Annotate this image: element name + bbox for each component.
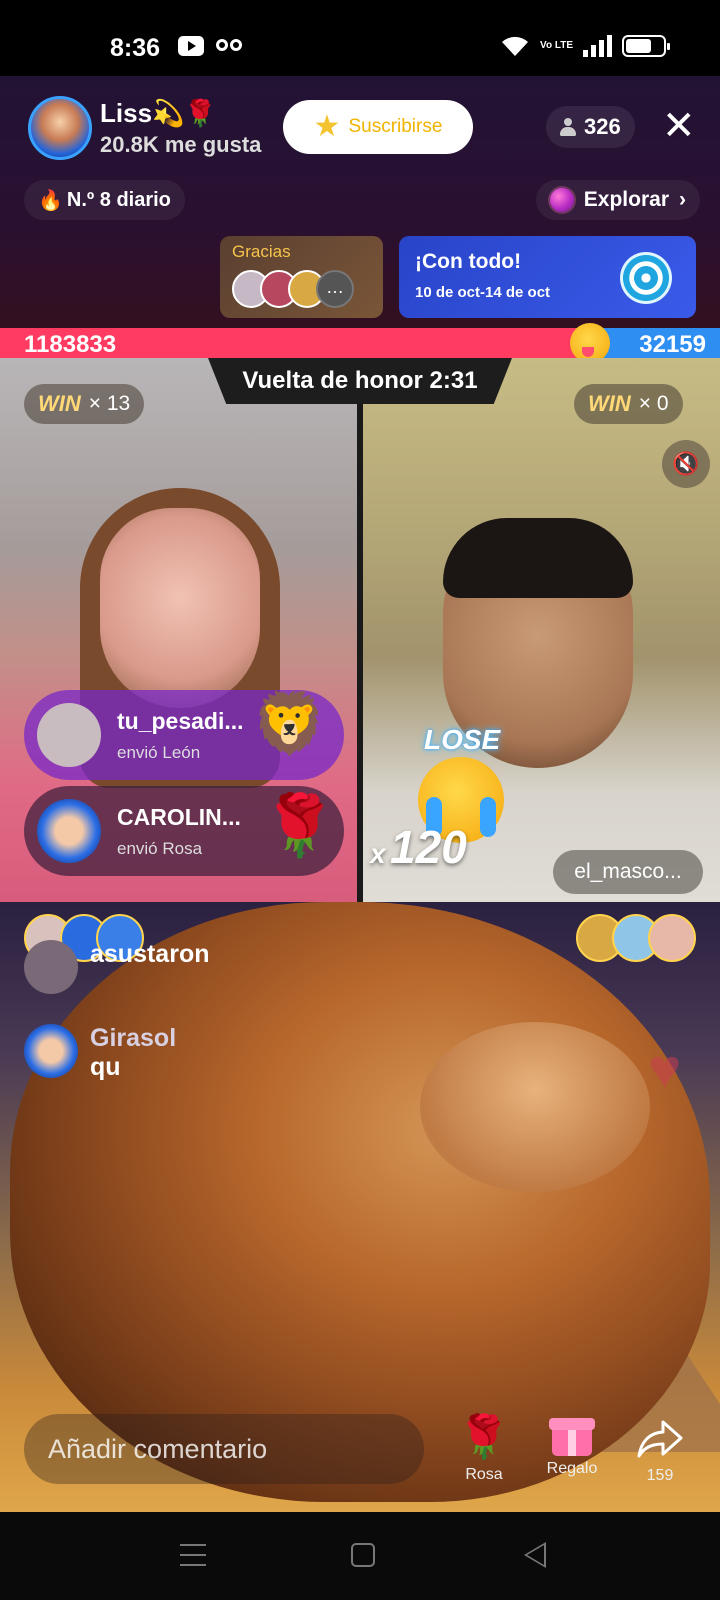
signal-icon [583, 35, 612, 57]
status-time: 8:36 [110, 34, 161, 62]
gift-sender: CAROLIN... [117, 803, 241, 830]
subscribe-button[interactable]: ★ Suscribirse [283, 100, 473, 154]
lose-label: LOSE [424, 724, 501, 755]
thanks-card[interactable]: Gracias … [220, 236, 383, 318]
recents-icon[interactable] [180, 1544, 206, 1566]
opponent-hair [443, 518, 633, 598]
person-icon [560, 118, 576, 136]
comment-text: asustaron [90, 940, 210, 968]
right-win-count: × 0 [638, 392, 669, 415]
combo-count: 120 [390, 821, 467, 873]
daily-rank-label: N.º 8 diario [66, 188, 171, 211]
avatar [24, 940, 78, 994]
viewer-count-value: 326 [584, 114, 621, 139]
avatar [37, 703, 101, 767]
promo-card[interactable]: ¡Con todo! 10 de oct-14 de oct [399, 236, 696, 318]
chevron-right-icon: › [679, 188, 686, 211]
status-notification-icons [178, 36, 242, 56]
heart-icon[interactable]: ♥ [648, 1041, 700, 1097]
rose-gift-icon: 🌹 [262, 792, 337, 859]
chat-comment: Girasol qu [24, 1024, 176, 1082]
more-icon: … [316, 270, 354, 308]
target-icon [620, 252, 672, 304]
right-win-badge: WIN × 0 [574, 384, 683, 424]
wifi-icon [502, 36, 529, 56]
gift-action: envió Rosa [117, 838, 203, 858]
mute-icon[interactable]: 🔇 [662, 440, 710, 488]
avatar [24, 1024, 78, 1078]
lion-snout [420, 1022, 650, 1192]
status-bar: 8:36 Vo LTE [0, 0, 720, 76]
viewer-count[interactable]: 326 [546, 106, 635, 148]
back-icon[interactable] [524, 1542, 546, 1568]
gift-action: envió León [117, 742, 201, 762]
tongue-emoji-icon [570, 323, 610, 363]
host-name[interactable]: Liss💫🌹 [100, 98, 217, 129]
rose-label: Rosa [465, 1466, 503, 1483]
left-win-badge: WIN × 13 [24, 384, 145, 424]
comment-text: qu [90, 1053, 121, 1081]
daily-rank-badge[interactable]: 🔥 N.º 8 diario [24, 180, 185, 220]
opponent-top-gifters[interactable] [576, 914, 696, 962]
thanks-title: Gracias [232, 242, 291, 261]
gift-combo: x 120 [370, 820, 467, 874]
planet-icon [549, 188, 574, 212]
promo-dates: 10 de oct-14 de oct [415, 284, 551, 301]
youtube-icon [178, 36, 204, 56]
voicemail-icon [216, 39, 242, 53]
rose-icon: 🌹 [457, 1413, 511, 1460]
live-header: Liss💫🌹 20.8K me gusta ★ Suscribirse 326 … [0, 76, 720, 328]
right-score: 32159 [639, 331, 706, 358]
avatar [37, 799, 101, 863]
share-button[interactable]: 159 [620, 1414, 700, 1485]
volte-indicator: Vo LTE [540, 40, 573, 51]
star-icon: ★ [313, 110, 341, 143]
gift-icon [549, 1418, 595, 1456]
navigation-bar [0, 1512, 720, 1600]
chat-comment: asustaron [24, 940, 209, 994]
left-win-count: × 13 [88, 392, 131, 415]
win-label: WIN [588, 391, 631, 416]
explore-label: Explorar [583, 188, 669, 211]
home-icon[interactable] [351, 1543, 375, 1567]
rose-gift-button[interactable]: 🌹 Rosa [444, 1414, 524, 1484]
host-likes: 20.8K me gusta [100, 132, 262, 157]
left-score: 1183833 [24, 331, 117, 358]
share-count: 159 [646, 1467, 674, 1484]
comment-user: Girasol [90, 1024, 177, 1052]
status-system-icons: Vo LTE [500, 34, 670, 58]
host-avatar[interactable] [28, 96, 92, 160]
gift-button[interactable]: Regalo [532, 1414, 612, 1478]
lion-gift-icon: 🦁 [252, 690, 327, 757]
explore-button[interactable]: Explorar › [535, 180, 700, 220]
comment-input[interactable]: Añadir comentario [24, 1414, 424, 1484]
thanks-avatars: … [232, 270, 354, 308]
close-icon[interactable]: ✕ [662, 106, 696, 146]
share-icon [637, 1420, 683, 1458]
gift-sender: tu_pesadi... [117, 707, 244, 734]
opponent-name[interactable]: el_masco... [553, 850, 703, 894]
win-label: WIN [38, 391, 81, 416]
subscribe-label: Suscribirse [348, 116, 443, 137]
gift-label: Regalo [546, 1460, 598, 1477]
promo-title: ¡Con todo! [415, 250, 522, 273]
flame-icon: 🔥 [38, 189, 63, 212]
host-face [100, 508, 260, 708]
battle-timer: Vuelta de honor 2:31 [208, 358, 512, 404]
combo-prefix: x [370, 838, 386, 869]
avatar [648, 914, 696, 962]
battery-icon [622, 35, 670, 57]
